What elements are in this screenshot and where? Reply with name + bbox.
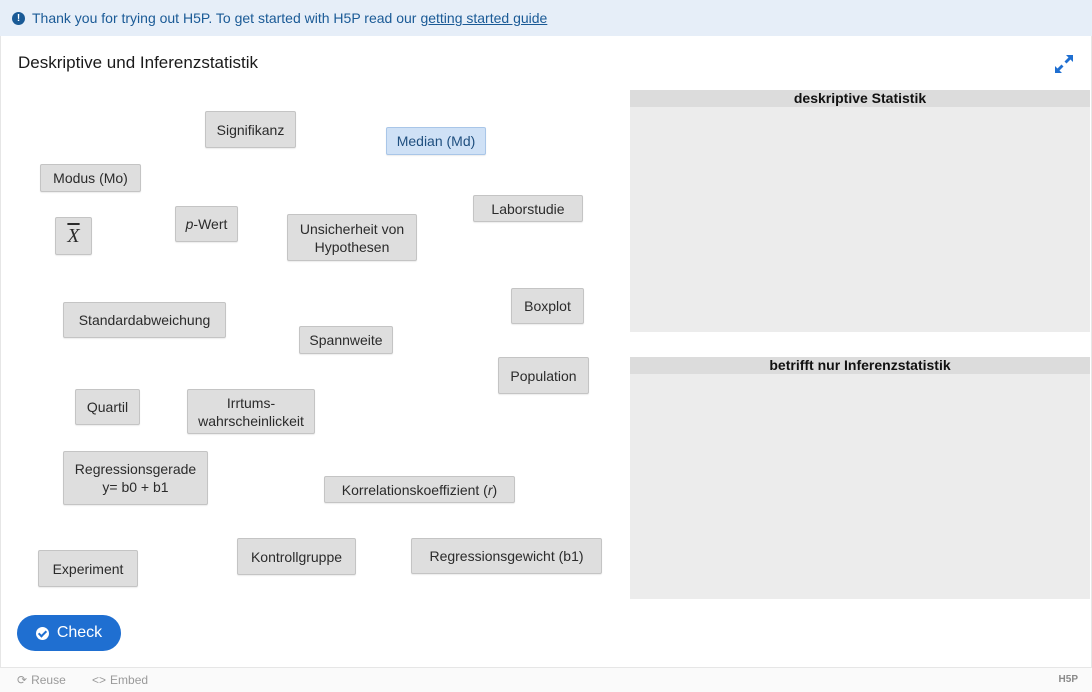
notice-bar: ! Thank you for trying out H5P. To get s… bbox=[0, 0, 1092, 36]
check-icon bbox=[35, 626, 49, 640]
draggable-boxplot[interactable]: Boxplot bbox=[511, 288, 584, 324]
draggable-label: Boxplot bbox=[524, 298, 571, 314]
footer-bar: ⟳ Reuse <> Embed H5P bbox=[0, 667, 1092, 692]
draggable-label: Modus (Mo) bbox=[53, 170, 128, 186]
draggable-label-line1: Unsicherheit von bbox=[299, 220, 405, 237]
check-button[interactable]: Check bbox=[17, 615, 121, 651]
draggable-label: Spannweite bbox=[309, 332, 383, 348]
reuse-icon: ⟳ bbox=[17, 673, 28, 687]
draggable-irrtumswahrscheinlichkeit[interactable]: Irrtums- wahrscheinlickeit bbox=[187, 389, 315, 434]
fullscreen-icon[interactable] bbox=[1052, 52, 1076, 76]
getting-started-link[interactable]: getting started guide bbox=[420, 10, 547, 26]
dropzone-label: betrifft nur Inferenzstatistik bbox=[630, 357, 1090, 374]
draggable-spannweite[interactable]: Spannweite bbox=[299, 326, 393, 354]
draggable-label: Population bbox=[510, 367, 577, 384]
draggable-quartil[interactable]: Quartil bbox=[75, 389, 140, 425]
draggable-kontrollgruppe[interactable]: Kontrollgruppe bbox=[237, 538, 356, 575]
embed-label: Embed bbox=[110, 673, 149, 687]
dropzone-label: deskriptive Statistik bbox=[630, 90, 1090, 107]
draggable-p-wert[interactable]: p-Wert bbox=[175, 206, 238, 242]
draggable-median[interactable]: Median (Md) bbox=[386, 127, 486, 155]
draggable-label-line2: wahrscheinlickeit bbox=[198, 412, 304, 429]
draggable-korrelationskoeffizient[interactable]: Korrelationskoeffizient (r) bbox=[324, 476, 515, 503]
task-title: Deskriptive und Inferenzstatistik bbox=[18, 53, 258, 72]
draggable-label-line2: Hypothesen bbox=[314, 238, 390, 255]
draggable-label: Regressionsgewicht (b1) bbox=[429, 548, 584, 564]
draggable-population[interactable]: Population bbox=[498, 357, 589, 394]
draggable-label: Experiment bbox=[52, 560, 124, 577]
draggable-label: Laborstudie bbox=[491, 200, 565, 217]
draggable-label: Kontrollgruppe bbox=[250, 548, 343, 565]
draggable-label: Signifikanz bbox=[216, 121, 285, 138]
check-button-label: Check bbox=[56, 624, 103, 641]
draggable-experiment[interactable]: Experiment bbox=[38, 550, 138, 587]
embed-icon: <> bbox=[92, 673, 107, 687]
draggable-signifikanz[interactable]: Signifikanz bbox=[205, 111, 296, 148]
draggable-label-line2: y= b0 + b1 bbox=[102, 479, 169, 495]
dropzone-deskriptiv[interactable]: deskriptive Statistik bbox=[630, 90, 1090, 332]
draggable-unsicherheit[interactable]: Unsicherheit von Hypothesen bbox=[287, 214, 417, 261]
draggable-regressionsgerade[interactable]: Regressionsgerade y= b0 + b1 bbox=[63, 451, 208, 505]
draggable-standardabweichung[interactable]: Standardabweichung bbox=[63, 302, 226, 338]
embed-button[interactable]: <> Embed bbox=[92, 673, 148, 687]
dropzone-inferenz[interactable]: betrifft nur Inferenzstatistik bbox=[630, 357, 1090, 599]
reuse-button[interactable]: ⟳ Reuse bbox=[17, 673, 66, 687]
notice-text: Thank you for trying out H5P. To get sta… bbox=[32, 10, 417, 26]
draggable-label-line1: Regressionsgerade bbox=[74, 461, 197, 477]
draggable-laborstudie[interactable]: Laborstudie bbox=[473, 195, 583, 222]
draggable-x-bar[interactable]: X bbox=[55, 217, 92, 255]
reuse-label: Reuse bbox=[31, 673, 66, 687]
draggable-label: Median (Md) bbox=[396, 133, 476, 149]
draggable-label-line1: Irrtums- bbox=[226, 394, 276, 411]
draggable-modus[interactable]: Modus (Mo) bbox=[40, 164, 141, 192]
draggable-regressionsgewicht[interactable]: Regressionsgewicht (b1) bbox=[411, 538, 602, 574]
draggable-label: Standardabweichung bbox=[78, 312, 211, 328]
draggable-label: Korrelationskoeffizient ( bbox=[341, 481, 488, 498]
draggable-label: -Wert bbox=[193, 216, 228, 232]
h5p-logo: H5P bbox=[1058, 674, 1078, 685]
draggable-label-end: ) bbox=[492, 481, 498, 498]
x-bar-symbol: X bbox=[67, 225, 80, 247]
draggable-label: Quartil bbox=[86, 399, 129, 415]
info-icon: ! bbox=[12, 11, 25, 25]
